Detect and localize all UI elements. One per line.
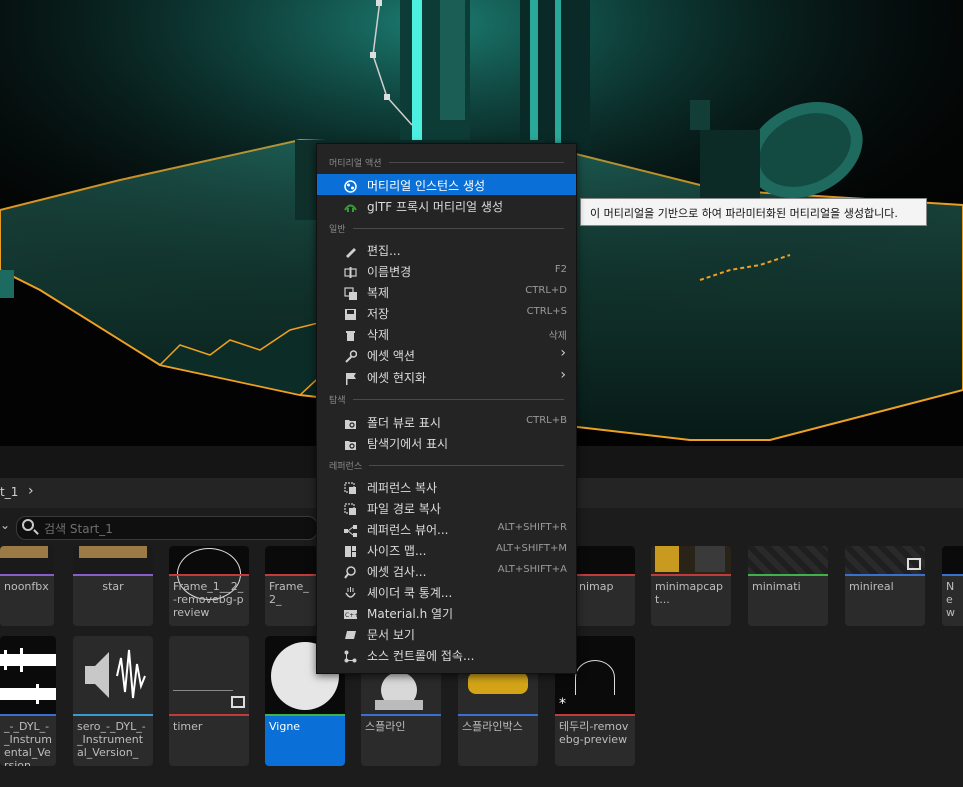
asset-context-menu: 머티리얼 액션 머티리얼 인스턴스 생성 glTF 프록시 머티리얼 생성 일반… (316, 143, 577, 674)
asset-label: nimap (579, 580, 614, 593)
asset-type-stripe (0, 574, 54, 576)
svg-text:C++: C++ (345, 612, 357, 619)
submenu-arrow-icon: › (560, 345, 566, 361)
asset-label: _-_DYL_-_Instrumental_Version__... (4, 720, 52, 766)
asset-label: New (946, 580, 955, 619)
menu-item-show-in-explorer[interactable]: 탐색기에서 표시 (317, 432, 576, 453)
menu-item-edit[interactable]: 편집... (317, 239, 576, 260)
tooltip: 이 머티리얼을 기반으로 하여 파라미터화된 머티리얼을 생성합니다. (580, 198, 927, 226)
menu-item-copy-file-path[interactable]: 파일 경로 복사 (317, 497, 576, 518)
menu-item-asset-localization[interactable]: 에셋 현지화 › (317, 366, 576, 387)
asset-label: 테두리-removebg-preview (559, 720, 629, 746)
copy-path-icon (344, 501, 357, 515)
cpp-file-icon: C++ (344, 606, 359, 619)
asset-label: Frame_2_ (269, 580, 309, 606)
asset-label: Vigne (269, 720, 301, 733)
menu-item-rename[interactable]: 이름변경 F2 (317, 260, 576, 281)
section-header-general: 일반 (329, 225, 346, 235)
trash-icon (344, 327, 357, 341)
source-control-icon (344, 648, 357, 663)
asset-tile[interactable]: minireal (845, 546, 925, 626)
section-divider (369, 465, 564, 466)
section-divider (353, 399, 564, 400)
section-header-explore: 탐색 (329, 396, 346, 406)
menu-item-show-in-folder[interactable]: 폴더 뷰로 표시 CTRL+B (317, 411, 576, 432)
breadcrumb-chevron-icon[interactable]: › (28, 483, 34, 499)
asset-tile[interactable]: Frame_1__2_-removebg-preview (169, 546, 249, 626)
asset-label: noonfbx (4, 580, 49, 593)
filter-chevron-icon[interactable]: ⌄ (0, 518, 10, 532)
section-divider (389, 162, 564, 163)
asset-tile[interactable]: Frame_2_ (265, 546, 317, 626)
asset-tile[interactable]: sero_-_DYL_-_Instrumental_Version__... (73, 636, 153, 766)
material-instance-icon (344, 178, 357, 193)
duplicate-icon (344, 285, 357, 300)
wrench-icon (344, 348, 358, 363)
submenu-arrow-icon: › (560, 367, 566, 383)
menu-item-save[interactable]: 저장 CTRL+S (317, 302, 576, 323)
asset-label: 스플라인 (365, 720, 406, 733)
flag-icon (344, 370, 357, 385)
asset-label: minimati (752, 580, 801, 593)
menu-item-shader-cook-stats[interactable]: 셰이더 쿡 통계... (317, 581, 576, 602)
asset-label: timer (173, 720, 203, 733)
asset-tile[interactable]: noonfbx (0, 546, 54, 626)
menu-item-asset-actions[interactable]: 에셋 액션 › (317, 344, 576, 365)
menu-item-create-material-instance[interactable]: 머티리얼 인스턴스 생성 (317, 174, 576, 195)
copy-reference-icon (344, 480, 357, 494)
save-icon (344, 306, 357, 320)
shader-stats-icon (344, 585, 357, 598)
menu-item-duplicate[interactable]: 복제 CTRL+D (317, 281, 576, 302)
star-icon: * (559, 696, 566, 712)
asset-label: star (102, 580, 124, 593)
asset-tile[interactable]: New (942, 546, 963, 626)
size-map-icon (344, 543, 357, 557)
explorer-icon (344, 436, 357, 450)
asset-label: minimapcapt... (655, 580, 724, 606)
menu-item-audit-asset[interactable]: 에셋 검사... ALT+SHIFT+A (317, 560, 576, 581)
asset-tile[interactable]: nimap (575, 546, 635, 626)
menu-item-copy-reference[interactable]: 레퍼런스 복사 (317, 476, 576, 497)
folder-search-icon (344, 415, 357, 429)
search-placeholder: 검색 Start_1 (44, 522, 113, 536)
asset-tile[interactable]: minimapcapt... (651, 546, 731, 626)
sound-speaker-icon (85, 649, 146, 699)
section-header-material-actions: 머티리얼 액션 (329, 159, 382, 169)
section-divider (353, 228, 564, 229)
audit-icon (344, 564, 357, 579)
section-header-references: 레퍼런스 (329, 462, 363, 472)
breadcrumb-folder[interactable]: t_1 (0, 485, 18, 499)
asset-label: Frame_1__2_-removebg-preview (173, 580, 244, 619)
gltf-icon (344, 199, 357, 212)
asset-tile[interactable]: _-_DYL_-_Instrumental_Version__... (0, 636, 56, 766)
waveform-icon (0, 648, 56, 704)
asset-label: minireal (849, 580, 894, 593)
book-icon (344, 627, 357, 640)
pencil-icon (344, 243, 357, 258)
menu-item-delete[interactable]: 삭제 삭제 (317, 323, 576, 344)
asset-tile[interactable]: minimati (748, 546, 828, 626)
menu-item-open-material-h[interactable]: C++ Material.h 열기 (317, 602, 576, 623)
asset-tile[interactable]: star (73, 546, 153, 626)
tooltip-text: 이 머티리얼을 기반으로 하여 파라미터화된 머티리얼을 생성합니다. (590, 207, 898, 220)
search-icon (22, 519, 34, 531)
reference-viewer-icon (344, 522, 357, 537)
menu-item-gltf-proxy[interactable]: glTF 프록시 머티리얼 생성 (317, 195, 576, 216)
asset-label: sero_-_DYL_-_Instrumental_Version__... (77, 720, 146, 766)
menu-item-connect-source-control[interactable]: 소스 컨트롤에 접속... (317, 644, 576, 665)
rename-icon (344, 264, 357, 278)
asset-label: 스플라인박스 (462, 720, 523, 733)
asset-tile[interactable]: timer (169, 636, 249, 766)
menu-item-reference-viewer[interactable]: 레퍼런스 뷰어... ALT+SHIFT+R (317, 518, 576, 539)
menu-item-view-documentation[interactable]: 문서 보기 (317, 623, 576, 644)
menu-item-size-map[interactable]: 사이즈 맵... ALT+SHIFT+M (317, 539, 576, 560)
